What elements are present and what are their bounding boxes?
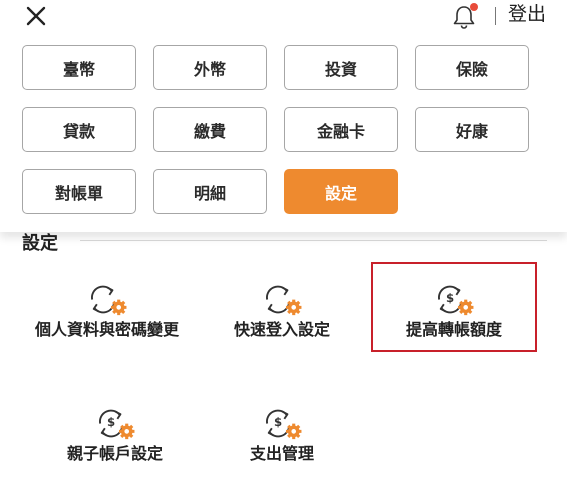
- menu-button-2[interactable]: 投資: [284, 45, 398, 90]
- notification-bell-icon[interactable]: [450, 2, 478, 30]
- settings-tile-label: 支出管理: [249, 444, 314, 463]
- settings-tile-2[interactable]: $ 提高轉帳額度: [371, 278, 537, 342]
- settings-tile-label: 個人資料與密碼變更: [34, 320, 179, 339]
- close-icon[interactable]: [24, 4, 48, 28]
- settings-tile-label: 提高轉帳額度: [405, 320, 502, 339]
- sync-dollar-gear-icon: $: [266, 409, 303, 440]
- menu-button-10[interactable]: 設定: [284, 169, 398, 214]
- sync-gear-icon: [266, 285, 303, 316]
- header-divider: [495, 7, 496, 25]
- menu-button-0[interactable]: 臺幣: [22, 45, 136, 90]
- section-title: 設定: [22, 233, 58, 254]
- settings-tile-0[interactable]: 個人資料與密碼變更: [12, 278, 202, 342]
- menu-button-6[interactable]: 金融卡: [284, 107, 398, 152]
- settings-tile-label: 快速登入設定: [233, 320, 330, 339]
- settings-tile-4[interactable]: $ 支出管理: [212, 402, 352, 466]
- top-navigation-panel: 登出 臺幣 外幣 投資 保險貸款 繳費 金融卡 好康對帳單 明細 設定: [0, 0, 567, 232]
- menu-button-8[interactable]: 對帳單: [22, 169, 136, 214]
- settings-tile-1[interactable]: 快速登入設定: [212, 278, 352, 342]
- svg-text:$: $: [446, 291, 454, 305]
- menu-button-7[interactable]: 好康: [415, 107, 529, 152]
- menu-button-1[interactable]: 外幣: [153, 45, 267, 90]
- settings-tile-3[interactable]: $ 親子帳戶設定: [35, 402, 195, 466]
- menu-button-5[interactable]: 繳費: [153, 107, 267, 152]
- notification-dot: [470, 3, 478, 11]
- svg-text:$: $: [107, 415, 115, 429]
- logout-button[interactable]: 登出: [508, 2, 546, 26]
- svg-text:$: $: [274, 415, 282, 429]
- menu-button-9[interactable]: 明細: [153, 169, 267, 214]
- menu-button-3[interactable]: 保險: [415, 45, 529, 90]
- sync-dollar-gear-icon: $: [438, 285, 475, 316]
- menu-button-4[interactable]: 貸款: [22, 107, 136, 152]
- sync-dollar-gear-icon: $: [99, 409, 136, 440]
- settings-tile-label: 親子帳戶設定: [66, 444, 163, 463]
- section-divider: [80, 240, 547, 241]
- sync-gear-icon: [91, 285, 128, 316]
